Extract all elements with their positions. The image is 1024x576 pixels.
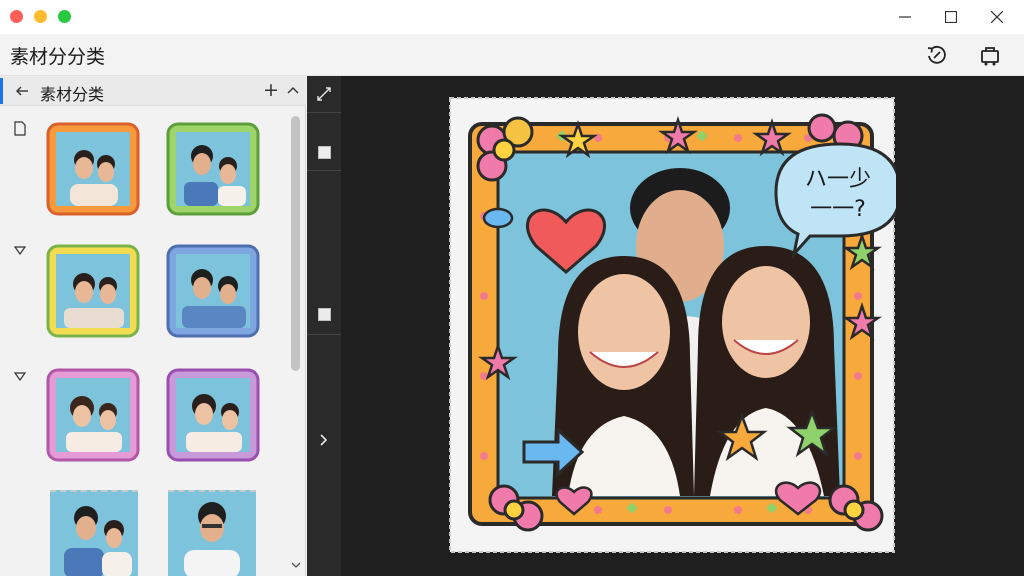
toolstrip-divider: [307, 112, 341, 113]
frame-thumbnail-yellow[interactable]: [44, 242, 142, 340]
frame-thumbnail-pink[interactable]: [44, 366, 142, 464]
frame-thumbnail-orange[interactable]: [44, 120, 142, 218]
zoom-traffic-light[interactable]: [58, 10, 71, 23]
add-icon[interactable]: +: [262, 79, 280, 101]
expand-arrow-icon[interactable]: [316, 432, 332, 448]
material-panel: 素材分类 +: [0, 76, 306, 576]
cart-icon[interactable]: [975, 40, 1005, 70]
speech-bubble-line2: 一一?: [810, 197, 866, 222]
triangle-down-icon[interactable]: [12, 368, 28, 384]
frame-thumbnail-green[interactable]: [164, 120, 262, 218]
square-tool-icon[interactable]: [316, 144, 332, 160]
scroll-thumb[interactable]: [291, 116, 300, 371]
close-icon[interactable]: [974, 0, 1020, 34]
window-titlebar: [0, 0, 1024, 34]
editing-canvas[interactable]: ハ一少 一一?: [341, 76, 1024, 576]
toolstrip-divider: [307, 334, 341, 335]
app-title: 素材分分类: [10, 46, 106, 68]
chevron-up-icon[interactable]: [284, 81, 302, 99]
maximize-icon[interactable]: [928, 0, 974, 34]
panel-scrollbar[interactable]: [288, 112, 302, 574]
triangle-down-icon[interactable]: [12, 242, 28, 258]
toolstrip-divider: [307, 170, 341, 171]
frame-thumbnail-purple[interactable]: [164, 366, 262, 464]
scroll-down-icon[interactable]: [290, 560, 301, 571]
square-tool-icon[interactable]: [316, 306, 332, 322]
photo-thumbnail-man[interactable]: [168, 490, 256, 576]
panel-header: 素材分类 +: [0, 76, 306, 106]
file-icon[interactable]: [12, 120, 28, 136]
back-arrow-icon[interactable]: [12, 81, 32, 101]
framed-photo[interactable]: ハ一少 一一?: [448, 96, 902, 554]
close-traffic-light[interactable]: [10, 10, 23, 23]
photo-thumbnail-couple[interactable]: [50, 490, 138, 576]
speech-bubble-line1: ハ一少: [805, 167, 871, 192]
minimize-traffic-light[interactable]: [34, 10, 47, 23]
vertical-toolstrip: [307, 76, 341, 576]
panel-accent-bar: [0, 78, 3, 104]
sync-icon[interactable]: [922, 40, 952, 70]
minimize-icon[interactable]: [882, 0, 928, 34]
frame-thumbnail-blue[interactable]: [164, 242, 262, 340]
panel-title: 素材分类: [40, 85, 105, 104]
swap-icon[interactable]: [316, 86, 332, 102]
app-header: 素材分分类: [0, 34, 1024, 76]
